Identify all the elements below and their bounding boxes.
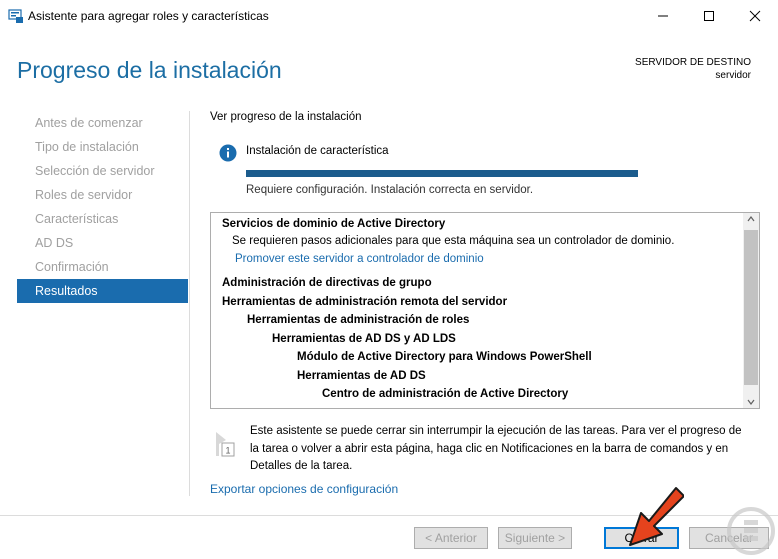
watermark-logo-icon	[727, 507, 775, 555]
window-title: Asistente para agregar roles y caracterí…	[28, 9, 269, 23]
maximize-icon	[704, 11, 714, 21]
result-ad-admin-center: Centro de administración de Active Direc…	[322, 388, 569, 400]
result-gpmc: Administración de directivas de grupo	[222, 277, 432, 289]
svg-text:1: 1	[226, 446, 231, 456]
results-scrollbar[interactable]	[743, 213, 759, 408]
nav-item-ad-ds: AD DS	[35, 236, 74, 250]
result-rsat: Herramientas de administración remota de…	[222, 296, 508, 308]
nav-item-confirmacion: Confirmación	[35, 260, 109, 274]
status-title: Instalación de característica	[246, 145, 389, 157]
result-ad-ds-note: Se requieren pasos adicionales para que …	[232, 235, 675, 247]
results-list[interactable]: Servicios de dominio de Active Directory…	[210, 212, 760, 409]
result-ad-powershell: Módulo de Active Directory para Windows …	[297, 351, 592, 363]
next-button[interactable]: Siguiente >	[498, 527, 572, 549]
promote-dc-link[interactable]: Promover este servidor a controlador de …	[235, 253, 484, 265]
scroll-thumb[interactable]	[744, 230, 758, 385]
destination-server-label: SERVIDOR DE DESTINO	[635, 57, 751, 68]
info-icon	[219, 144, 237, 162]
maximize-button[interactable]	[686, 0, 732, 32]
previous-button[interactable]: < Anterior	[414, 527, 488, 549]
scroll-up-icon[interactable]	[747, 215, 755, 223]
minimize-icon	[658, 15, 668, 17]
nav-item-resultados[interactable]: Resultados	[17, 279, 188, 303]
close-icon	[749, 10, 761, 22]
progress-fill	[246, 170, 638, 177]
export-config-link[interactable]: Exportar opciones de configuración	[210, 482, 398, 496]
nav-item-caracteristicas: Características	[35, 212, 119, 226]
result-role-tools: Herramientas de administración de roles	[247, 314, 470, 326]
section-label: Ver progreso de la instalación	[210, 111, 362, 123]
result-adds-adlds-tools: Herramientas de AD DS y AD LDS	[272, 333, 456, 345]
progress-bar	[246, 170, 638, 177]
server-manager-icon	[8, 9, 23, 23]
nav-item-seleccion-de-servidor: Selección de servidor	[35, 164, 155, 178]
nav-item-antes-de-comenzar: Antes de comenzar	[35, 116, 143, 130]
wizard-nav: Antes de comenzar Tipo de instalación Se…	[17, 111, 188, 303]
result-ad-ds: Servicios de dominio de Active Directory	[222, 218, 446, 230]
nav-item-roles-de-servidor: Roles de servidor	[35, 188, 133, 202]
close-window-button[interactable]	[732, 0, 778, 32]
destination-server-name: servidor	[715, 70, 751, 81]
red-arrow-icon	[629, 487, 684, 546]
minimize-button[interactable]	[640, 0, 686, 32]
status-message: Requiere configuración. Instalación corr…	[246, 184, 534, 196]
notification-flag-icon: 1	[216, 432, 235, 457]
scroll-down-icon[interactable]	[747, 398, 755, 406]
wizard-note: Este asistente se puede cerrar sin inter…	[250, 425, 742, 472]
nav-divider	[189, 111, 190, 496]
page-title: Progreso de la instalación	[17, 57, 282, 83]
result-adds-tools: Herramientas de AD DS	[297, 370, 426, 382]
nav-item-tipo-de-instalacion: Tipo de instalación	[35, 140, 139, 154]
title-bar: Asistente para agregar roles y caracterí…	[0, 0, 778, 32]
